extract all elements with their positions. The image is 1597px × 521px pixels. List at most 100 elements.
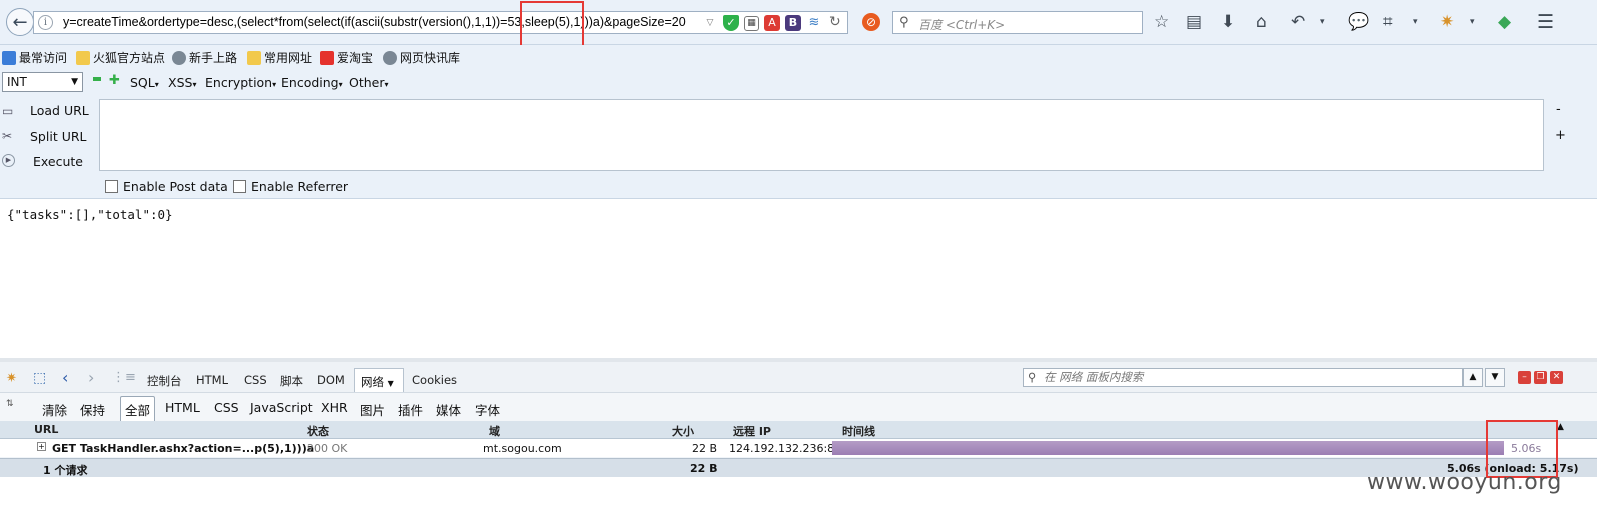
- tab-html[interactable]: HTML: [196, 373, 228, 387]
- firebug-dropdown-icon[interactable]: ▾: [1470, 12, 1475, 32]
- clear-button[interactable]: 清除: [42, 400, 67, 419]
- firebug-icon[interactable]: ✷: [1440, 12, 1454, 32]
- firebug-icon[interactable]: ✷: [6, 371, 17, 386]
- bookmark-label: 最常访问: [19, 51, 68, 65]
- chevron-down-icon[interactable]: ▼: [1485, 368, 1505, 387]
- minus-icon[interactable]: [93, 77, 101, 81]
- column-timeline[interactable]: 时间线: [842, 423, 875, 439]
- filter-html[interactable]: HTML: [165, 400, 200, 415]
- minimize-icon[interactable]: –: [1518, 371, 1531, 384]
- extension-icon[interactable]: ◆: [1498, 12, 1511, 32]
- back-button[interactable]: ←: [6, 8, 34, 36]
- filter-fonts[interactable]: 字体: [475, 400, 500, 419]
- shrink-button[interactable]: -: [1556, 102, 1561, 117]
- tab-network[interactable]: 网络 ▼: [354, 368, 404, 392]
- column-size[interactable]: 大小: [672, 423, 694, 439]
- undo-icon[interactable]: ↶: [1291, 12, 1305, 32]
- bookmark-item[interactable]: 新手上路: [172, 49, 237, 66]
- bookmark-item[interactable]: 常用网址: [247, 49, 312, 66]
- info-icon[interactable]: i: [38, 15, 53, 30]
- tab-css[interactable]: CSS: [244, 373, 267, 387]
- column-url[interactable]: URL: [34, 423, 58, 436]
- checkbox-box[interactable]: [233, 180, 246, 193]
- checkbox-label: Enable Referrer: [251, 179, 349, 194]
- column-status[interactable]: 状态: [307, 423, 329, 439]
- tab-dom[interactable]: DOM: [317, 373, 345, 387]
- hackbar-url-textarea[interactable]: [99, 99, 1544, 171]
- menu-encryption[interactable]: Encryption▾: [205, 75, 276, 90]
- folder-icon: [247, 50, 261, 65]
- table-row[interactable]: + GET TaskHandler.ashx?action=...p(5),1)…: [0, 439, 1597, 457]
- column-remote-ip[interactable]: 远程 IP: [733, 423, 771, 439]
- filter-xhr[interactable]: XHR: [321, 400, 348, 415]
- url-text[interactable]: y=createTime&ordertype=desc,(select*from…: [63, 15, 686, 29]
- menu-icon[interactable]: ☰: [1537, 12, 1554, 32]
- chevron-left-icon[interactable]: ‹: [62, 368, 68, 387]
- url-bar[interactable]: i y=createTime&ordertype=desc,(select*fr…: [33, 11, 848, 34]
- crop-icon[interactable]: ⌗: [1383, 12, 1393, 32]
- split-url-button[interactable]: Split URL: [30, 129, 87, 144]
- detach-icon[interactable]: ❐: [1534, 371, 1547, 384]
- bootstrap-icon[interactable]: B: [785, 15, 801, 31]
- expand-icon[interactable]: +: [37, 442, 46, 451]
- plus-icon[interactable]: ✚: [109, 73, 120, 88]
- bookmark-item[interactable]: 爱淘宝: [320, 49, 373, 66]
- execute-icon: ▶: [2, 154, 15, 167]
- bookmark-item[interactable]: 最常访问: [2, 49, 67, 66]
- tab-console[interactable]: 控制台: [147, 373, 182, 389]
- chevron-up-icon[interactable]: ▲: [1463, 368, 1483, 387]
- enable-post-checkbox[interactable]: Enable Post data: [105, 179, 228, 194]
- home-icon[interactable]: ⌂: [1256, 12, 1267, 32]
- command-line-icon[interactable]: ⋮≡: [112, 370, 136, 385]
- block-icon[interactable]: ⊘: [862, 13, 880, 31]
- undo-dropdown-icon[interactable]: ▾: [1320, 12, 1325, 32]
- filter-plugins[interactable]: 插件: [398, 400, 423, 419]
- bookmark-item[interactable]: 火狐官方站点: [76, 49, 165, 66]
- type-select[interactable]: INT ▼: [2, 72, 83, 92]
- menu-sql[interactable]: SQL▾: [130, 75, 159, 90]
- reload-icon[interactable]: ↻: [829, 14, 845, 30]
- qrcode-icon[interactable]: ▦: [744, 15, 759, 31]
- close-icon[interactable]: ✕: [1550, 371, 1563, 384]
- tab-cookies[interactable]: Cookies: [412, 373, 457, 387]
- shield-icon[interactable]: ✓: [723, 15, 739, 31]
- checkbox-box[interactable]: [105, 180, 118, 193]
- search-box[interactable]: ⚲ 百度 <Ctrl+K>: [892, 11, 1143, 34]
- dropdown-arrow-icon[interactable]: ▽: [702, 15, 718, 31]
- menu-xss[interactable]: XSS▾: [168, 75, 196, 90]
- request-url: GET TaskHandler.ashx?action=...p(5),1)))…: [52, 442, 315, 455]
- filter-javascript[interactable]: JavaScript: [250, 400, 313, 415]
- enable-referrer-checkbox[interactable]: Enable Referrer: [233, 179, 348, 194]
- execute-button[interactable]: Execute: [33, 154, 83, 169]
- load-url-icon: ▭: [2, 104, 14, 118]
- timeline-bar: [832, 441, 1504, 455]
- inspect-icon[interactable]: ⬚: [33, 370, 46, 386]
- menu-other[interactable]: Other▾: [349, 75, 389, 90]
- bookmark-item[interactable]: 网页快讯库: [383, 49, 460, 66]
- request-remote-ip: 124.192.132.236:80: [729, 442, 842, 455]
- chevron-right-icon[interactable]: ›: [88, 368, 94, 387]
- expand-button[interactable]: +: [1555, 128, 1566, 143]
- xhr-icon[interactable]: ⇅: [6, 399, 14, 409]
- persist-button[interactable]: 保持: [80, 400, 105, 419]
- filter-css[interactable]: CSS: [214, 400, 239, 415]
- column-domain[interactable]: 域: [489, 423, 500, 439]
- filter-images[interactable]: 图片: [360, 400, 385, 419]
- bookmark-label: 网页快讯库: [400, 51, 461, 65]
- taobao-icon: [320, 50, 334, 65]
- filter-media[interactable]: 媒体: [436, 400, 461, 419]
- devtools-search-placeholder: 在 网络 面板内搜索: [1044, 370, 1144, 384]
- chat-icon[interactable]: 💬: [1348, 12, 1369, 32]
- star-icon[interactable]: ☆: [1154, 12, 1169, 32]
- reading-list-icon[interactable]: ▤: [1186, 12, 1202, 32]
- tab-script[interactable]: 脚本: [280, 373, 303, 389]
- download-icon[interactable]: ⬇: [1221, 12, 1235, 32]
- filter-all[interactable]: 全部: [120, 396, 156, 423]
- type-select-value: INT: [7, 75, 27, 89]
- menu-encoding[interactable]: Encoding▾: [281, 75, 343, 90]
- angular-icon[interactable]: A: [764, 15, 780, 31]
- wave-icon[interactable]: ≋: [806, 15, 822, 31]
- load-url-button[interactable]: Load URL: [30, 103, 89, 118]
- devtools-search-input[interactable]: ⚲ 在 网络 面板内搜索: [1023, 368, 1463, 387]
- crop-dropdown-icon[interactable]: ▾: [1413, 12, 1418, 32]
